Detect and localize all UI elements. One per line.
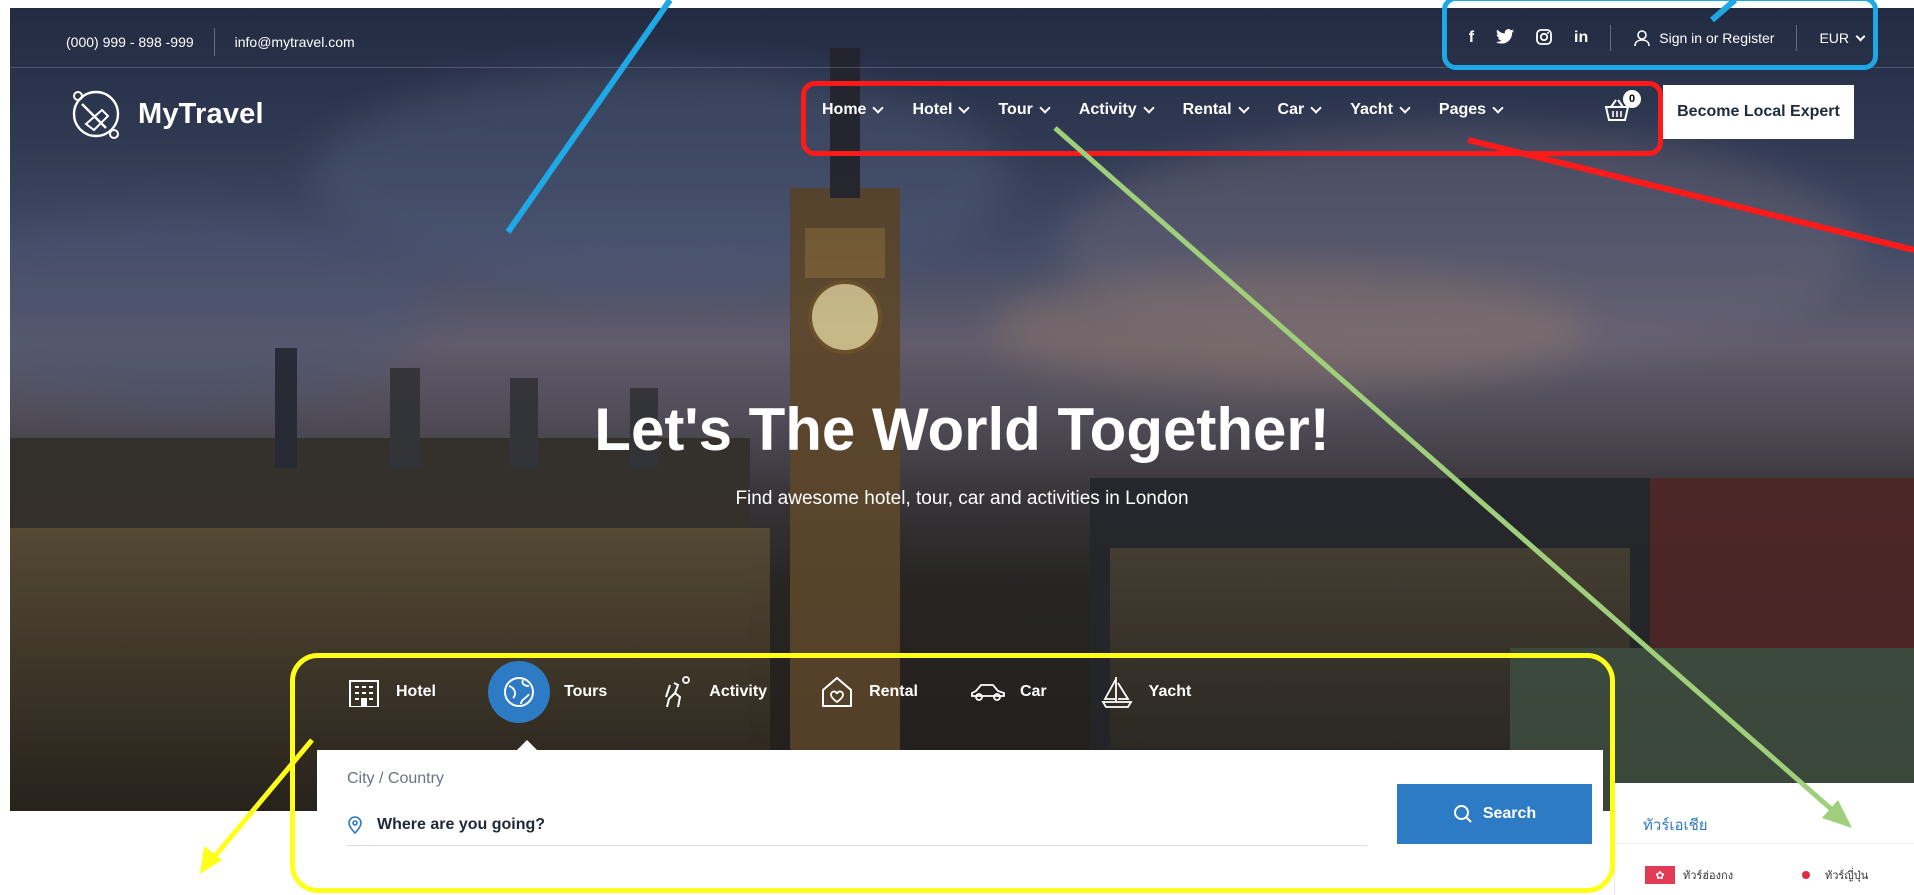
sailboat-icon [1099, 674, 1135, 710]
twitter-icon[interactable] [1496, 29, 1515, 47]
tab-label: Tours [564, 683, 608, 700]
destination-label: City / Country [347, 770, 444, 787]
email-address[interactable]: info@mytravel.com [235, 34, 355, 50]
currency-select[interactable]: EUR [1819, 30, 1866, 46]
signin-label: Sign in or Register [1659, 30, 1775, 46]
destination-field[interactable] [347, 804, 1367, 846]
house-heart-icon [819, 674, 855, 710]
nav-item-tour[interactable]: Tour [998, 101, 1051, 119]
tab-label: Rental [869, 683, 918, 700]
chip-label: ทัวร์ฮ่องกง [1683, 869, 1734, 882]
tab-rental[interactable]: Rental [819, 674, 918, 710]
tab-activity[interactable]: Activity [659, 674, 767, 710]
signin-link[interactable]: Sign in or Register [1633, 29, 1774, 47]
hotel-building-icon [346, 674, 382, 710]
top-bar: (000) 999 - 898 -999 info@mytravel.com f… [10, 8, 1914, 68]
chevron-down-icon [1492, 102, 1504, 114]
search-button[interactable]: Search [1397, 784, 1592, 844]
brand-logo[interactable]: MyTravel [68, 86, 264, 142]
hero-subtitle: Find awesome hotel, tour, car and activi… [735, 488, 1189, 509]
divider [1615, 843, 1914, 844]
tab-hotel[interactable]: Hotel [346, 674, 436, 710]
main-nav: Home Hotel Tour Activity Rental Car Yach… [822, 101, 1532, 119]
tab-label: Yacht [1148, 683, 1192, 700]
divider [213, 28, 215, 56]
tab-yacht[interactable]: Yacht [1099, 674, 1192, 710]
cart-button[interactable]: 0 [1603, 90, 1641, 124]
japan-flag-icon [1795, 867, 1817, 883]
topbar-actions: f in Sign in or Register EUR [1469, 25, 1866, 51]
chevron-down-icon [1142, 102, 1155, 114]
hong-kong-flag-icon: ✿ [1645, 866, 1675, 884]
chevron-down-icon [958, 102, 971, 114]
nav-item-rental[interactable]: Rental [1182, 101, 1250, 119]
chevron-down-icon [1237, 102, 1250, 114]
user-icon [1634, 30, 1651, 47]
contact-info: (000) 999 - 898 -999 info@mytravel.com [66, 28, 355, 56]
facebook-icon[interactable]: f [1469, 29, 1474, 47]
divider [1796, 25, 1798, 51]
chip-japan[interactable]: ทัวร์ญี่ปุ่น [1795, 866, 1868, 884]
linkedin-icon[interactable]: in [1574, 29, 1588, 47]
logo-icon [72, 90, 120, 139]
search-panel: City / Country Search [317, 740, 1603, 895]
globe-pin-icon [488, 661, 550, 723]
nav-item-label: Car [1277, 101, 1305, 118]
chip-label: ทัวร์ญี่ปุ่น [1825, 869, 1869, 882]
nav-item-label: Pages [1438, 101, 1487, 118]
divider [1610, 25, 1612, 51]
asia-tours-widget: ทัวร์เอเชีย ✿ ทัวร์ฮ่องกง ทัวร์ญี่ปุ่น [1614, 783, 1914, 895]
hero-title: Let's The World Together! [594, 396, 1330, 463]
tab-tours[interactable]: Tours [488, 661, 607, 723]
nav-item-label: Hotel [912, 101, 953, 118]
hiker-icon [659, 674, 695, 710]
nav-item-activity[interactable]: Activity [1078, 101, 1155, 119]
tab-label: Hotel [396, 683, 436, 700]
page: (000) 999 - 898 -999 info@mytravel.com f… [0, 0, 1914, 895]
nav-item-label: Activity [1078, 101, 1137, 118]
currency-label: EUR [1819, 30, 1849, 46]
active-tab-pointer [517, 740, 537, 750]
search-icon [1453, 805, 1472, 823]
cart-count-badge: 0 [1623, 90, 1641, 108]
nav-item-home[interactable]: Home [822, 101, 885, 119]
tab-label: Activity [709, 683, 768, 700]
instagram-icon[interactable] [1536, 28, 1552, 48]
nav-item-label: Yacht [1350, 101, 1393, 118]
nav-item-yacht[interactable]: Yacht [1350, 101, 1411, 119]
nav-item-pages[interactable]: Pages [1438, 101, 1504, 119]
annotation-arrowhead-yellow [200, 846, 222, 874]
widget-title[interactable]: ทัวร์เอเชีย [1643, 813, 1708, 837]
location-pin-icon [348, 815, 362, 834]
chip-hong-kong[interactable]: ✿ ทัวร์ฮ่องกง [1645, 866, 1733, 884]
chevron-down-icon [1310, 102, 1322, 114]
nav-item-car[interactable]: Car [1277, 101, 1322, 119]
brand-name: MyTravel [138, 97, 264, 130]
car-icon [970, 674, 1006, 710]
search-button-label: Search [1482, 805, 1537, 822]
destination-input[interactable] [377, 815, 1277, 834]
chevron-down-icon [872, 102, 885, 114]
chevron-down-icon [1855, 31, 1866, 41]
nav-item-label: Home [822, 101, 867, 118]
chevron-down-icon [1399, 102, 1411, 114]
chevron-down-icon [1039, 102, 1051, 114]
tab-label: Car [1019, 683, 1047, 700]
become-local-expert-button[interactable]: Become Local Expert [1663, 85, 1854, 139]
search-tabs: Hotel Tours Activity Rental Car Yacht [346, 661, 1243, 723]
phone-number[interactable]: (000) 999 - 898 -999 [66, 34, 194, 50]
nav-item-label: Rental [1182, 101, 1232, 118]
nav-item-label: Tour [998, 101, 1033, 118]
nav-item-hotel[interactable]: Hotel [912, 101, 971, 119]
tab-car[interactable]: Car [970, 674, 1047, 710]
